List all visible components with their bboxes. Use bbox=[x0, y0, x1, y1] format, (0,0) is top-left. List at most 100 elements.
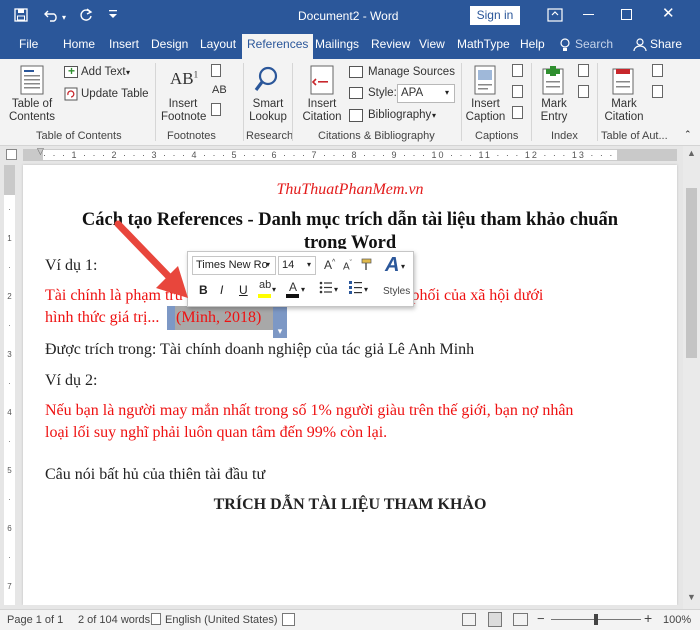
tab-selector[interactable] bbox=[6, 149, 17, 160]
font-color-icon[interactable]: A bbox=[289, 280, 297, 294]
font-name-box[interactable]: Times New Ro bbox=[192, 256, 276, 275]
insert-table-of-authorities-icon[interactable] bbox=[652, 64, 663, 77]
insert-footnote-button[interactable]: Insert Footnote bbox=[161, 98, 206, 124]
tab-mathtype[interactable]: MathType bbox=[457, 37, 510, 51]
insert-caption-icon[interactable] bbox=[474, 65, 496, 95]
scroll-down-icon[interactable]: ▼ bbox=[687, 592, 696, 602]
citation-options-dropdown[interactable]: ▾ bbox=[273, 306, 287, 338]
bullets-icon[interactable] bbox=[319, 281, 333, 294]
insert-caption-button[interactable]: Insert Caption bbox=[463, 98, 508, 124]
insert-footnote-icon[interactable]: AB1 bbox=[170, 69, 198, 89]
horizontal-ruler[interactable]: · · · 1 · · · 2 · · · 3 · · · 4 · · · 5 … bbox=[0, 146, 700, 164]
highlight-icon[interactable]: ab bbox=[259, 279, 271, 291]
zoom-out-button[interactable]: − bbox=[537, 611, 545, 626]
web-layout-icon[interactable] bbox=[513, 613, 528, 626]
shrink-font-icon[interactable]: Aˇ bbox=[343, 260, 352, 272]
font-color-dropdown-icon[interactable]: ▾ bbox=[301, 285, 305, 294]
insert-table-of-figures-icon[interactable] bbox=[512, 64, 523, 77]
italic-button[interactable]: I bbox=[220, 283, 223, 297]
underline-button[interactable]: U bbox=[239, 283, 248, 297]
close-icon[interactable]: ✕ bbox=[662, 6, 675, 21]
update-table-of-authorities-icon[interactable] bbox=[652, 85, 663, 98]
update-index-icon[interactable] bbox=[578, 85, 589, 98]
bullets-dropdown-icon[interactable]: ▾ bbox=[334, 285, 338, 294]
tab-home[interactable]: Home bbox=[63, 37, 95, 51]
add-text-button[interactable]: Add Text bbox=[81, 66, 126, 79]
redo-icon[interactable] bbox=[79, 8, 93, 22]
smart-lookup-button[interactable]: Smart Lookup bbox=[248, 98, 288, 124]
insert-citation-icon[interactable] bbox=[310, 65, 334, 95]
citation-text[interactable]: (Minh, 2018) bbox=[176, 309, 261, 327]
tab-file[interactable]: File bbox=[19, 37, 38, 51]
scroll-up-icon[interactable]: ▲ bbox=[687, 148, 696, 158]
maximize-icon[interactable] bbox=[621, 9, 632, 20]
update-table-icon[interactable] bbox=[64, 87, 78, 101]
search-box[interactable]: Search bbox=[575, 37, 613, 51]
styles-dropdown-icon[interactable]: ▾ bbox=[401, 262, 405, 271]
mark-entry-icon[interactable] bbox=[542, 65, 564, 95]
next-footnote-icon[interactable]: AB bbox=[212, 84, 227, 96]
manage-sources-icon[interactable] bbox=[349, 66, 363, 78]
share-icon[interactable] bbox=[633, 38, 647, 52]
vertical-scrollbar[interactable]: ▲ ▼ bbox=[683, 146, 700, 609]
font-size-dropdown-icon[interactable]: ▾ bbox=[307, 260, 311, 269]
tab-review[interactable]: Review bbox=[371, 37, 410, 51]
page-count[interactable]: Page 1 of 1 bbox=[7, 614, 63, 626]
mark-citation-icon[interactable] bbox=[612, 65, 634, 95]
minimize-icon[interactable] bbox=[583, 14, 594, 16]
zoom-level[interactable]: 100% bbox=[663, 614, 691, 626]
citation-control-handle[interactable] bbox=[167, 306, 175, 330]
tab-references[interactable]: References bbox=[242, 34, 314, 59]
language-indicator[interactable]: English (United States) bbox=[165, 614, 278, 626]
first-line-indent-marker[interactable]: ▽ bbox=[37, 146, 44, 157]
lightbulb-icon[interactable] bbox=[559, 38, 571, 52]
tab-insert[interactable]: Insert bbox=[109, 37, 139, 51]
add-text-dropdown-icon[interactable]: ▾ bbox=[126, 68, 130, 77]
table-of-contents-button[interactable]: Table of Contents bbox=[6, 98, 58, 124]
numbering-icon[interactable] bbox=[349, 281, 363, 294]
update-table-icon[interactable] bbox=[512, 85, 523, 98]
styles-icon[interactable]: A bbox=[385, 254, 399, 277]
show-notes-icon[interactable] bbox=[211, 103, 221, 116]
bibliography-button[interactable]: Bibliography bbox=[368, 109, 431, 122]
save-icon[interactable] bbox=[14, 8, 28, 22]
styles-label[interactable]: Styles bbox=[383, 286, 410, 297]
mark-entry-button[interactable]: Mark Entry bbox=[537, 98, 571, 124]
mark-citation-button[interactable]: Mark Citation bbox=[603, 98, 645, 124]
tab-design[interactable]: Design bbox=[151, 37, 188, 51]
style-dropdown-icon[interactable]: ▾ bbox=[445, 88, 449, 97]
tab-layout[interactable]: Layout bbox=[200, 37, 236, 51]
collapse-ribbon-icon[interactable]: ⌃ bbox=[684, 129, 692, 140]
smart-lookup-icon[interactable] bbox=[254, 65, 280, 95]
insert-citation-button[interactable]: Insert Citation bbox=[298, 98, 346, 124]
insert-index-icon[interactable] bbox=[578, 64, 589, 77]
cross-reference-icon[interactable] bbox=[512, 106, 523, 119]
zoom-in-button[interactable]: + bbox=[644, 610, 652, 626]
undo-dropdown-icon[interactable]: ▾ bbox=[62, 13, 66, 22]
share-button[interactable]: Share bbox=[650, 37, 682, 51]
zoom-slider-thumb[interactable] bbox=[594, 614, 598, 625]
vertical-ruler[interactable]: ·1·2·3·4·5·6·7·8·9 bbox=[0, 165, 18, 605]
tab-mailings[interactable]: Mailings bbox=[315, 37, 359, 51]
update-table-button[interactable]: Update Table bbox=[81, 88, 149, 101]
print-layout-icon[interactable] bbox=[488, 612, 502, 627]
customize-qat-icon[interactable] bbox=[108, 9, 118, 19]
bibliography-icon[interactable] bbox=[349, 109, 363, 122]
numbering-dropdown-icon[interactable]: ▾ bbox=[364, 285, 368, 294]
word-count[interactable]: 2 of 104 words bbox=[78, 614, 150, 626]
insert-endnote-icon[interactable] bbox=[211, 64, 221, 77]
proofing-icon[interactable] bbox=[151, 613, 161, 625]
sign-in-button[interactable]: Sign in bbox=[470, 6, 520, 25]
manage-sources-button[interactable]: Manage Sources bbox=[368, 66, 455, 79]
font-name-dropdown-icon[interactable]: ▾ bbox=[266, 260, 270, 269]
scroll-thumb[interactable] bbox=[686, 188, 697, 358]
bibliography-dropdown-icon[interactable]: ▾ bbox=[432, 111, 436, 120]
highlight-dropdown-icon[interactable]: ▾ bbox=[272, 285, 276, 294]
grow-font-icon[interactable]: A^ bbox=[324, 258, 335, 272]
tab-view[interactable]: View bbox=[419, 37, 445, 51]
macro-recording-icon[interactable] bbox=[282, 613, 295, 626]
undo-icon[interactable] bbox=[44, 8, 60, 22]
tab-help[interactable]: Help bbox=[520, 37, 545, 51]
bold-button[interactable]: B bbox=[199, 283, 208, 297]
read-mode-icon[interactable] bbox=[462, 613, 476, 626]
